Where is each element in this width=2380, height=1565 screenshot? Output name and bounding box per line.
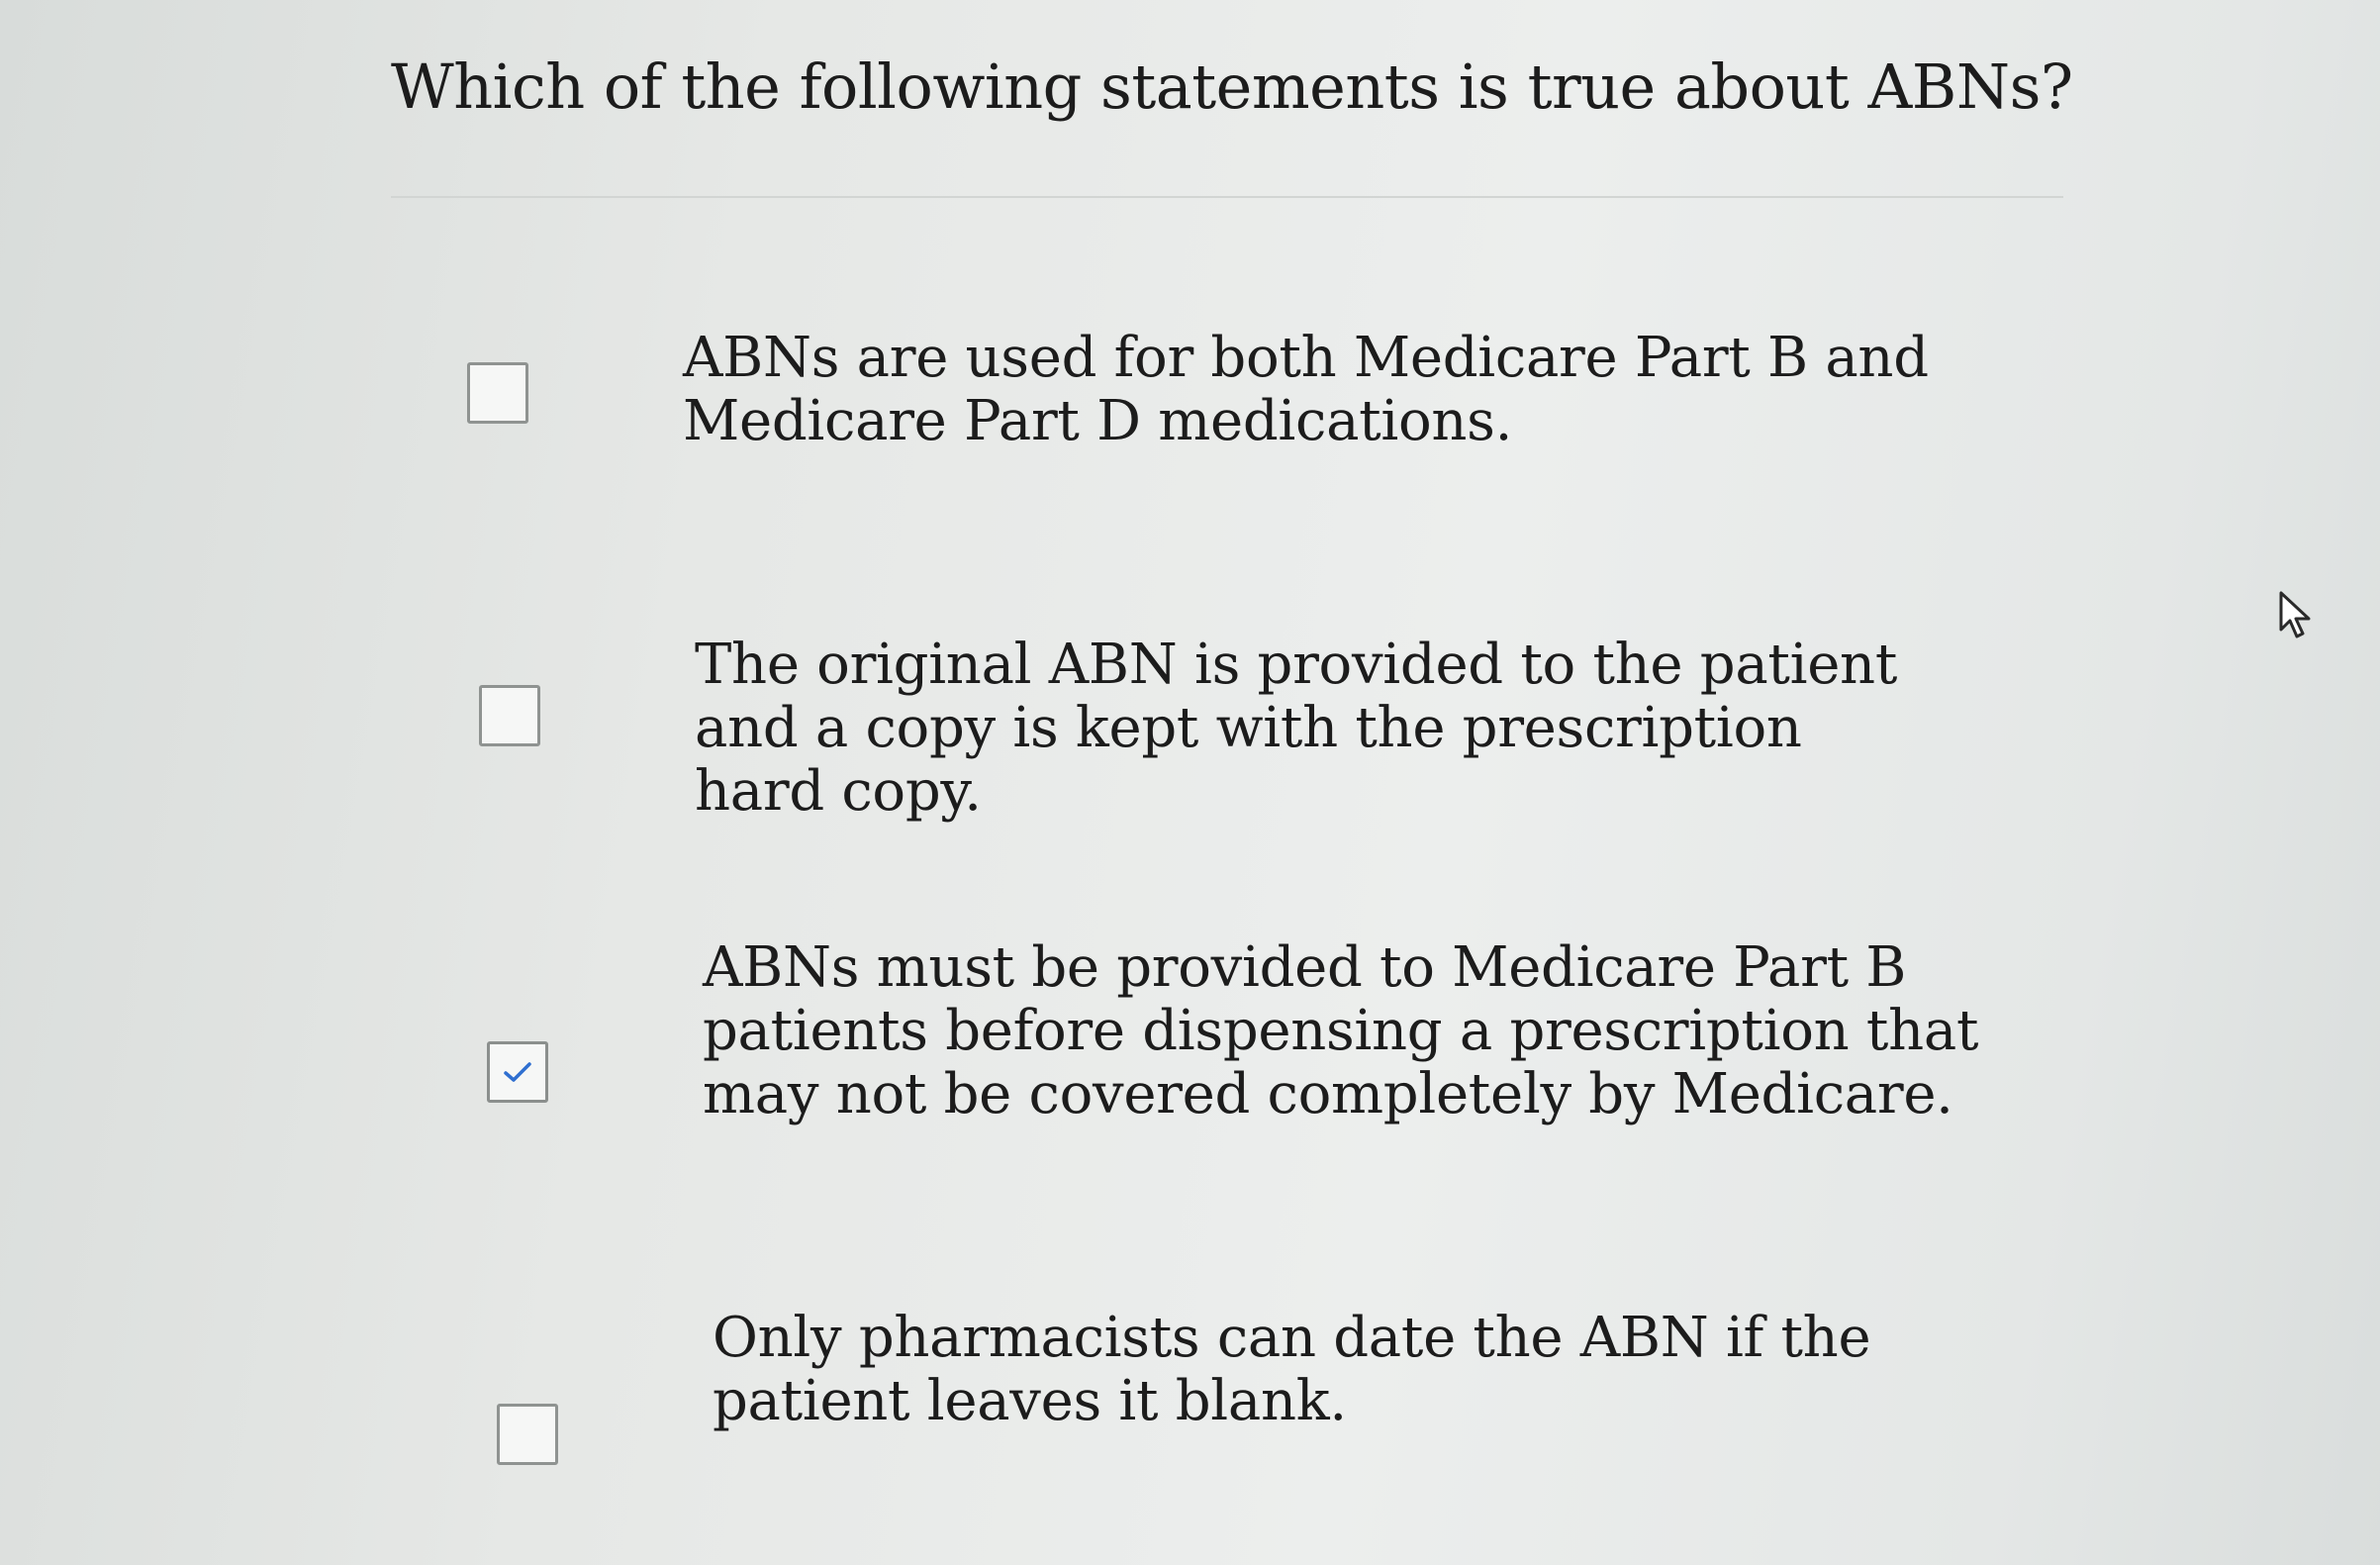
- mouse-pointer-icon: [2279, 591, 2311, 638]
- option-2-checkbox[interactable]: [479, 685, 540, 746]
- option-4-label[interactable]: Only pharmacists can date the ABN if the…: [713, 1307, 1930, 1433]
- quiz-page: Which of the following statements is tru…: [0, 0, 2380, 1565]
- option-4-checkbox[interactable]: [497, 1404, 558, 1465]
- question-title: Which of the following statements is tru…: [391, 50, 2073, 123]
- option-3-label[interactable]: ABNs must be provided to Medicare Part B…: [703, 936, 1989, 1126]
- option-3-checkbox[interactable]: [487, 1041, 548, 1103]
- option-1-label[interactable]: ABNs are used for both Medicare Part B a…: [683, 327, 1989, 453]
- option-2-label[interactable]: The original ABN is provided to the pati…: [695, 634, 1932, 824]
- checkmark-icon: [504, 1062, 531, 1082]
- divider: [391, 196, 2063, 198]
- option-1-checkbox[interactable]: [467, 362, 528, 424]
